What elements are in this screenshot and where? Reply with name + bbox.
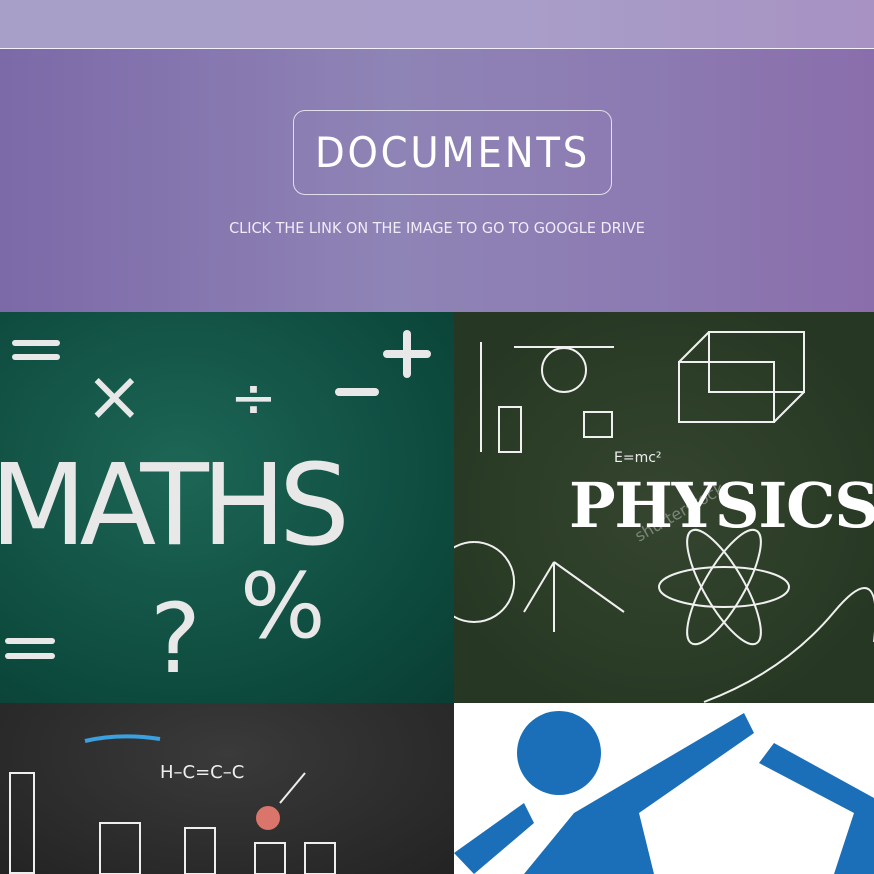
- chemistry-formula: H–C=C–C: [160, 762, 244, 783]
- times-symbol: ×: [85, 355, 144, 437]
- page-subtitle: CLICK THE LINK ON THE IMAGE TO GO TO GOO…: [229, 219, 645, 237]
- chemistry-chalkboard-image: H–C=C–C: [9, 734, 336, 874]
- divide-symbol: ÷: [230, 366, 277, 431]
- physics-formula: E=mc²: [614, 450, 662, 466]
- question-symbol: ?: [150, 583, 201, 695]
- maths-text: MATHS: [0, 441, 350, 571]
- top-nav-bar: [0, 0, 874, 49]
- hero-banner: DOCUMENTS CLICK THE LINK ON THE IMAGE TO…: [0, 49, 874, 312]
- percent-symbol: %: [240, 554, 326, 659]
- people-icon-image: [454, 711, 874, 874]
- physics-chalkboard-image: E=mc² PHYSICS shutterstock: [454, 331, 874, 703]
- page-title-box: DOCUMENTS: [293, 110, 612, 195]
- maths-image-link[interactable]: × ÷ MATHS ? %: [0, 312, 454, 703]
- physics-text: PHYSICS: [569, 469, 874, 542]
- page-title: DOCUMENTS: [314, 128, 591, 177]
- physics-image-link[interactable]: E=mc² PHYSICS shutterstock: [454, 312, 874, 703]
- chemistry-image-link[interactable]: H–C=C–C: [0, 703, 454, 874]
- maths-chalkboard-image: × ÷ MATHS ? %: [0, 330, 431, 695]
- people-image-link[interactable]: [454, 703, 874, 874]
